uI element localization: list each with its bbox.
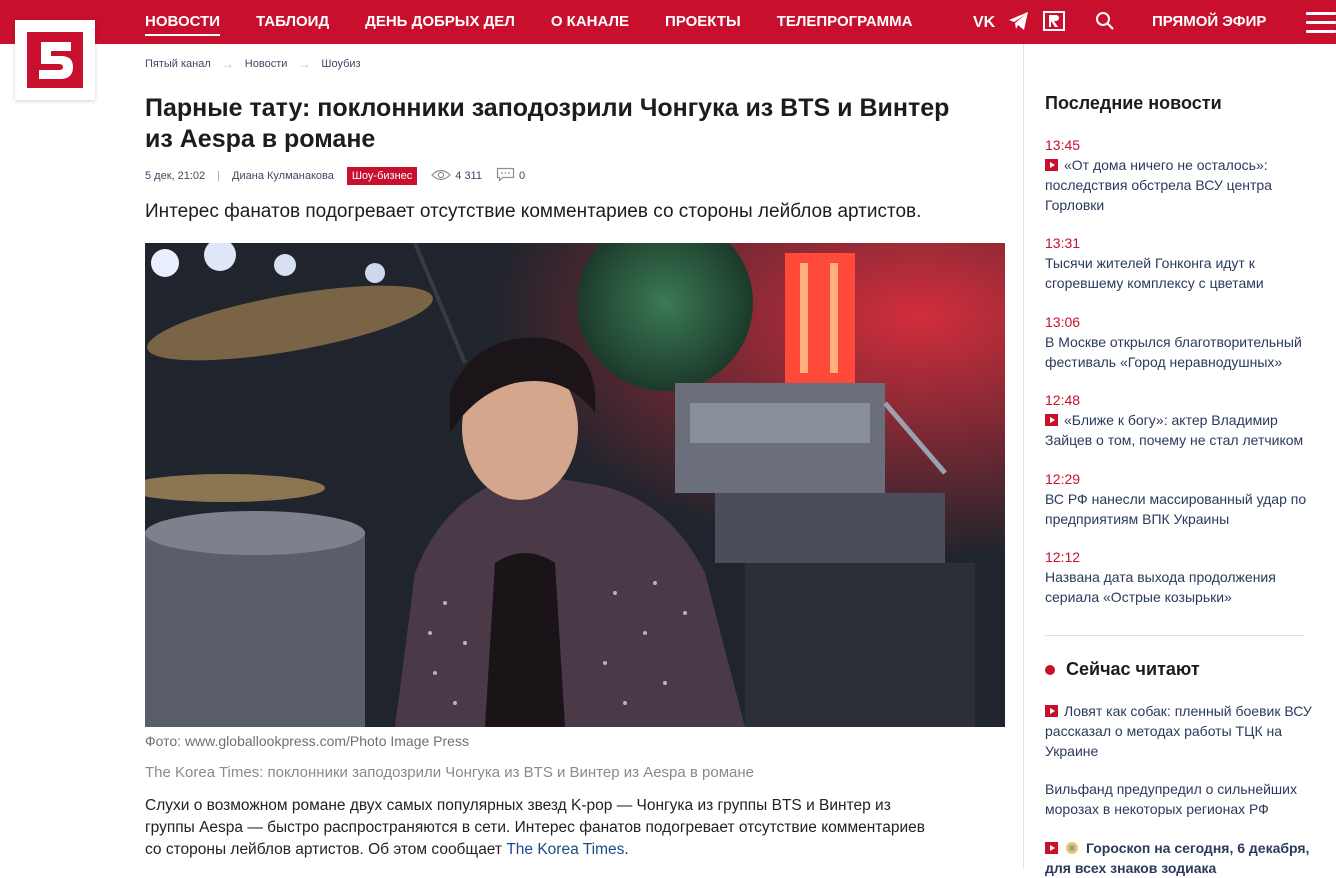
- news-headline[interactable]: ВС РФ нанесли массированный удар по пред…: [1045, 489, 1315, 529]
- news-headline[interactable]: «Ближе к богу»: актер Владимир Зайцев о …: [1045, 412, 1303, 448]
- breadcrumb-arrow-icon: →: [221, 57, 234, 71]
- news-time: 13:31: [1045, 235, 1081, 251]
- breadcrumb-item-news[interactable]: Новости: [245, 58, 288, 70]
- sidebar-divider: [1023, 44, 1024, 869]
- nav-item-about[interactable]: О КАНАЛЕ: [551, 0, 629, 44]
- live-button[interactable]: ПРЯМОЙ ЭФИР: [1152, 0, 1266, 44]
- live-dot-icon: [1045, 664, 1055, 675]
- article-title: Парные тату: поклонники заподозрили Чонг…: [145, 94, 950, 153]
- news-headline[interactable]: Тысячи жителей Гонконга идут к сгоревшем…: [1045, 253, 1315, 293]
- article-body: Слухи о возможном романе двух самых попу…: [145, 795, 925, 861]
- video-icon: [1045, 159, 1058, 171]
- body-end: .: [624, 841, 629, 858]
- photo-credit: Фото: www.globallookpress.com/Photo Imag…: [145, 733, 469, 749]
- comments-count: 0: [518, 170, 526, 182]
- video-icon: [1045, 705, 1058, 717]
- news-item[interactable]: 13:06 В Москве открылся благотворительны…: [1045, 313, 1315, 372]
- video-icon: [1045, 414, 1058, 426]
- comment-icon[interactable]: [496, 167, 515, 185]
- breadcrumb-arrow-icon: →: [298, 57, 311, 71]
- article-date: 5 дек, 21:02: [145, 170, 206, 182]
- news-item[interactable]: 12:29 ВС РФ нанесли массированный удар п…: [1045, 470, 1315, 529]
- news-headline[interactable]: Названа дата выхода продолжения сериала …: [1045, 567, 1315, 607]
- video-icon: [1045, 842, 1058, 854]
- sidebar-separator: [1045, 635, 1305, 636]
- logo-mark: [27, 32, 83, 88]
- breadcrumb: Пятый канал → Новости → Шоубиз: [145, 57, 361, 71]
- now-reading-title: Сейчас читают: [1066, 659, 1200, 679]
- nav-item-news[interactable]: НОВОСТИ: [145, 0, 221, 44]
- news-time: 13:06: [1045, 314, 1081, 330]
- article-meta: 5 дек, 21:02 | Диана Кулманакова Шоу-биз…: [145, 166, 539, 186]
- photo-caption: The Korea Times: поклонники заподозрили …: [145, 764, 754, 781]
- reading-headline[interactable]: Вильфанд предупредил о сильнейших мороза…: [1045, 779, 1315, 819]
- nav-item-tv-program[interactable]: ТЕЛЕПРОГРАММА: [777, 0, 913, 44]
- news-time: 12:29: [1045, 471, 1081, 487]
- reading-item[interactable]: Вильфанд предупредил о сильнейших мороза…: [1045, 779, 1315, 819]
- rutube-icon[interactable]: [1043, 11, 1065, 31]
- meta-divider: |: [217, 170, 221, 182]
- reading-headline[interactable]: Гороскоп на сегодня, 6 декабря, для всех…: [1045, 840, 1309, 876]
- news-item[interactable]: 13:31 Тысячи жителей Гонконга идут к сго…: [1045, 234, 1315, 293]
- breadcrumb-item-showbiz[interactable]: Шоубиз: [321, 58, 360, 70]
- article-author[interactable]: Диана Кулманакова: [232, 170, 334, 182]
- nav-item-projects[interactable]: ПРОЕКТЫ: [665, 0, 741, 44]
- main-nav: НОВОСТИ ТАБЛОИД ДЕНЬ ДОБРЫХ ДЕЛ О КАНАЛЕ…: [145, 0, 949, 44]
- news-item[interactable]: 12:12 Названа дата выхода продолжения се…: [1045, 548, 1315, 607]
- horoscope-icon: [1064, 840, 1080, 854]
- news-time: 12:12: [1045, 549, 1081, 565]
- news-time: 13:45: [1045, 137, 1081, 153]
- reading-item[interactable]: Гороскоп на сегодня, 6 декабря, для всех…: [1045, 838, 1315, 878]
- top-nav-bar: НОВОСТИ ТАБЛОИД ДЕНЬ ДОБРЫХ ДЕЛ О КАНАЛЕ…: [0, 0, 1336, 44]
- news-headline[interactable]: В Москве открылся благотворительный фест…: [1045, 332, 1315, 372]
- channel-logo[interactable]: [15, 20, 95, 100]
- reading-headline[interactable]: Ловят как собак: пленный боевик ВСУ расс…: [1045, 703, 1312, 759]
- now-reading-header: Сейчас читают: [1045, 659, 1200, 680]
- source-link[interactable]: The Korea Times: [506, 841, 624, 858]
- category-tag[interactable]: Шоу-бизнес: [346, 167, 418, 185]
- views-count: 4 311: [455, 170, 482, 182]
- nav-item-tabloid[interactable]: ТАБЛОИД: [256, 0, 329, 44]
- news-item[interactable]: 12:48 «Ближе к богу»: актер Владимир Зай…: [1045, 391, 1315, 450]
- article-lead: Интерес фанатов подогревает отсутствие к…: [145, 201, 922, 222]
- social-links: VK: [973, 10, 1075, 32]
- telegram-icon[interactable]: [1007, 10, 1031, 32]
- news-item[interactable]: 13:45 «От дома ничего не осталось»: посл…: [1045, 136, 1315, 215]
- reading-item[interactable]: Ловят как собак: пленный боевик ВСУ расс…: [1045, 701, 1315, 761]
- news-time: 12:48: [1045, 392, 1081, 408]
- news-headline[interactable]: «От дома ничего не осталось»: последстви…: [1045, 157, 1272, 213]
- nav-item-good-deeds[interactable]: ДЕНЬ ДОБРЫХ ДЕЛ: [365, 0, 515, 44]
- vk-icon[interactable]: VK: [973, 10, 997, 32]
- breadcrumb-item-channel[interactable]: Пятый канал: [145, 58, 211, 70]
- menu-icon[interactable]: [1306, 12, 1336, 34]
- svg-text:VK: VK: [973, 14, 996, 29]
- eye-icon: [431, 169, 452, 184]
- search-icon[interactable]: [1095, 11, 1115, 31]
- article-photo: [145, 243, 1005, 727]
- latest-news-title: Последние новости: [1045, 93, 1222, 113]
